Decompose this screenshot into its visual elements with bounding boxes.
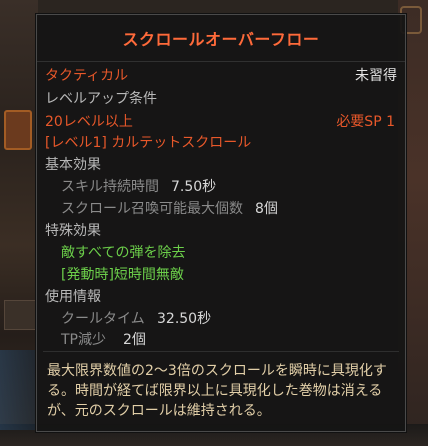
background-glow	[0, 350, 38, 430]
skill-title: スクロールオーバーフロー	[122, 30, 320, 49]
skill-tooltip: スクロールオーバーフロー タクティカル 未習得 レベルアップ条件 20レベル以上…	[36, 14, 406, 432]
special-effect-1: 敵すべての弾を除去	[61, 245, 186, 261]
ornament-icon	[4, 110, 32, 150]
skill-description: 最大限界数値の2～3倍のスクロールを瞬時に具現化する。時間が経てば限界以上に具現…	[47, 363, 387, 419]
max-scroll-value: 8個	[255, 201, 278, 217]
level-requirement: 20レベル以上	[45, 114, 133, 130]
prerequisite-skill: [レベル1] カルテットスクロール	[45, 135, 252, 151]
cooldown-label: クールタイム	[61, 311, 145, 327]
learned-status: 未習得	[355, 68, 397, 84]
requirements-heading: レベルアップ条件	[45, 91, 157, 107]
duration-value: 7.50秒	[171, 179, 217, 195]
special-effect-2: [発動時]短時間無敵	[61, 267, 184, 283]
duration-label: スキル持続時間	[61, 179, 159, 195]
ui-frame-icon	[4, 300, 36, 330]
tooltip-header: スクロールオーバーフロー	[37, 15, 405, 62]
tp-label: TP減少	[61, 332, 106, 348]
tp-value: 2個	[123, 332, 146, 348]
divider	[43, 351, 399, 352]
max-scroll-label: スクロール召喚可能最大個数	[61, 201, 243, 217]
cooldown-value: 32.50秒	[157, 311, 212, 327]
basic-effect-heading: 基本効果	[45, 157, 101, 173]
sp-requirement: 必要SP 1	[336, 114, 395, 130]
usage-heading: 使用情報	[45, 289, 101, 305]
skill-category: タクティカル	[45, 68, 129, 84]
special-effect-heading: 特殊効果	[45, 223, 101, 239]
